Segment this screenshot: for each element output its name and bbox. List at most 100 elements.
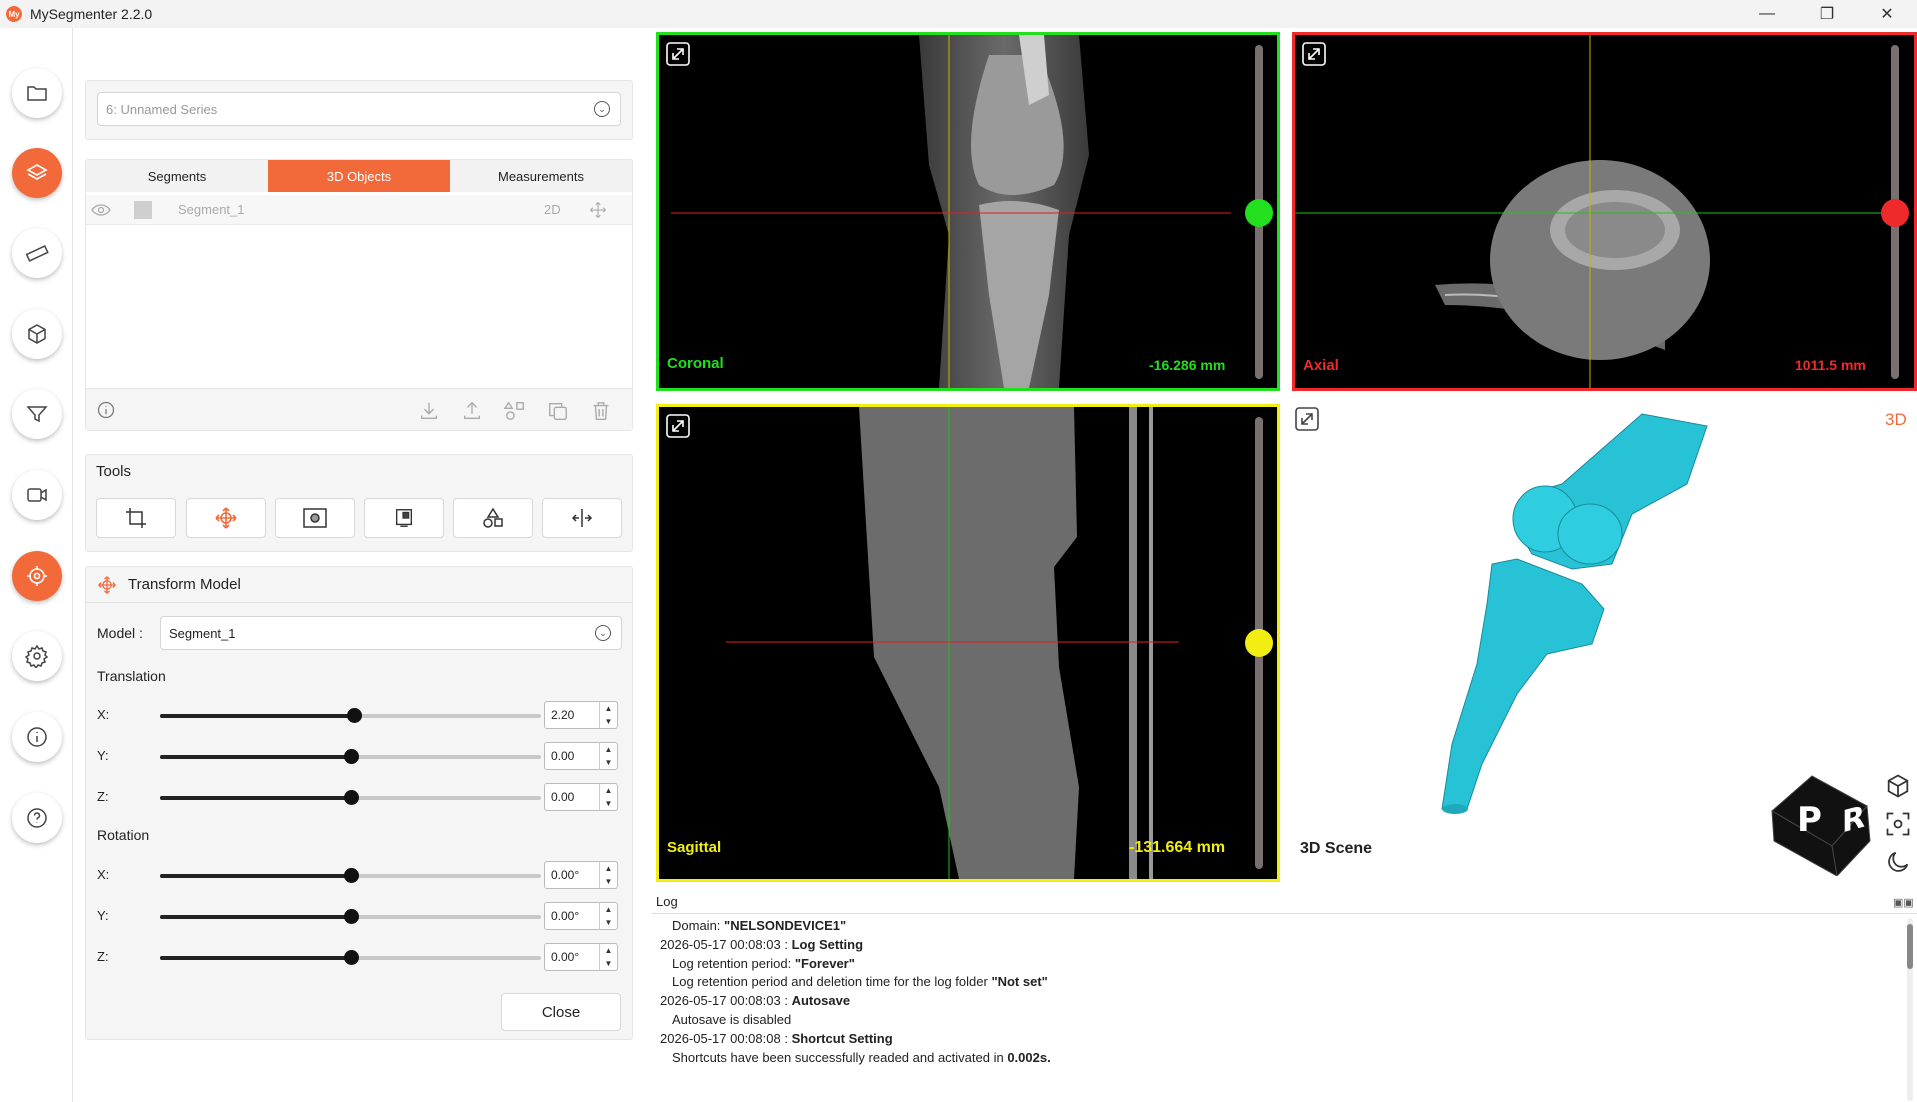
slider-thumb[interactable]: [343, 868, 359, 883]
rotation-title: Rotation: [97, 827, 150, 843]
maximize-icon[interactable]: [1301, 41, 1327, 67]
tab-3d-objects[interactable]: 3D Objects: [268, 160, 450, 192]
spinbox-value[interactable]: 2.20: [551, 708, 574, 722]
trash-icon[interactable]: [590, 400, 612, 422]
maximize-icon[interactable]: [1294, 406, 1320, 432]
coronal-viewport[interactable]: Coronal -16.286 mm: [656, 32, 1280, 391]
slider-thumb[interactable]: [343, 909, 359, 924]
spin-up-icon[interactable]: ▲: [605, 864, 613, 873]
settings-button[interactable]: [12, 631, 62, 681]
filter-button[interactable]: [12, 389, 62, 439]
mirror-tool-button[interactable]: [542, 498, 622, 538]
translation-x-slider[interactable]: [160, 708, 541, 723]
sagittal-ct-image: [726, 407, 1179, 879]
spin-down-icon[interactable]: ▼: [605, 758, 613, 767]
coronal-slider-knob[interactable]: [1245, 199, 1273, 227]
rotation-x-spinbox[interactable]: 0.00° ▲ ▼: [544, 861, 618, 889]
tab-measurements[interactable]: Measurements: [450, 160, 632, 192]
crop-tool-button[interactable]: [96, 498, 176, 538]
spin-up-icon[interactable]: ▲: [605, 704, 613, 713]
spin-arrows[interactable]: ▲ ▼: [599, 784, 617, 810]
translation-x-spinbox[interactable]: 2.20 ▲ ▼: [544, 701, 618, 729]
slider-thumb[interactable]: [347, 708, 363, 723]
sagittal-slider-knob[interactable]: [1245, 629, 1273, 657]
3d-scene-viewport[interactable]: 3D 3D Scene P R: [1292, 404, 1917, 882]
spin-up-icon[interactable]: ▲: [605, 946, 613, 955]
translation-y-slider[interactable]: [160, 749, 541, 764]
eye-icon[interactable]: [91, 203, 111, 217]
spinbox-value[interactable]: 0.00°: [551, 950, 579, 964]
upload-icon[interactable]: [461, 400, 483, 422]
maximize-icon[interactable]: [665, 413, 691, 439]
spin-down-icon[interactable]: ▼: [605, 877, 613, 886]
translation-z-slider[interactable]: [160, 790, 541, 805]
primitives-tool-button[interactable]: [453, 498, 533, 538]
rotation-z-spinbox[interactable]: 0.00° ▲ ▼: [544, 943, 618, 971]
rotation-z-slider[interactable]: [160, 950, 541, 965]
restore-button[interactable]: ❐: [1797, 0, 1857, 28]
axial-slider-knob[interactable]: [1881, 199, 1909, 227]
ruler-button[interactable]: [12, 228, 62, 278]
log-text: 2026-05-17 00:08:03 :: [660, 993, 792, 1009]
maximize-icon[interactable]: [665, 41, 691, 67]
image-tool-button[interactable]: [275, 498, 355, 538]
close-window-button[interactable]: ✕: [1857, 0, 1917, 28]
object-row[interactable]: Segment_1 2D: [86, 195, 632, 225]
spin-down-icon[interactable]: ▼: [605, 717, 613, 726]
slice-tool-button[interactable]: [364, 498, 444, 538]
spin-arrows[interactable]: ▲ ▼: [599, 862, 617, 888]
info-button[interactable]: [12, 712, 62, 762]
log-scrollbar-thumb[interactable]: [1907, 924, 1913, 969]
axial-ct-image: [1295, 35, 1885, 388]
model-select[interactable]: Segment_1 ⌄: [160, 616, 622, 650]
spinbox-value[interactable]: 0.00: [551, 749, 574, 763]
translation-y-spinbox[interactable]: 0.00 ▲ ▼: [544, 742, 618, 770]
slider-thumb[interactable]: [343, 950, 359, 965]
transform-tool-button[interactable]: [186, 498, 266, 538]
axial-viewport[interactable]: Axial 1011.5 mm: [1292, 32, 1917, 391]
spin-up-icon[interactable]: ▲: [605, 745, 613, 754]
close-button[interactable]: Close: [501, 993, 621, 1031]
slider-thumb[interactable]: [343, 749, 359, 764]
cube-button[interactable]: [12, 309, 62, 359]
spin-arrows[interactable]: ▲ ▼: [599, 702, 617, 728]
spin-arrows[interactable]: ▲ ▼: [599, 944, 617, 970]
spin-down-icon[interactable]: ▼: [605, 799, 613, 808]
rotation-x-slider[interactable]: [160, 868, 541, 883]
spinbox-value[interactable]: 0.00°: [551, 909, 579, 923]
minimize-button[interactable]: —: [1737, 0, 1797, 28]
spin-up-icon[interactable]: ▲: [605, 786, 613, 795]
translation-z-spinbox[interactable]: 0.00 ▲ ▼: [544, 783, 618, 811]
transform-button[interactable]: [12, 551, 62, 601]
cube-face-p: P: [1797, 800, 1822, 840]
spin-arrows[interactable]: ▲ ▼: [599, 743, 617, 769]
moon-icon[interactable]: [1884, 848, 1912, 876]
help-button[interactable]: [12, 793, 62, 843]
move-icon[interactable]: [589, 201, 607, 219]
copy-icon[interactable]: [547, 400, 569, 422]
layers-button[interactable]: [12, 148, 62, 198]
sagittal-viewport[interactable]: Sagittal -131.664 mm: [656, 404, 1280, 882]
spin-down-icon[interactable]: ▼: [605, 959, 613, 968]
tab-segments[interactable]: Segments: [86, 160, 268, 192]
open-folder-button[interactable]: [12, 68, 62, 118]
video-button[interactable]: [12, 470, 62, 520]
cube-view-icon[interactable]: [1884, 772, 1912, 800]
shapes-icon[interactable]: [504, 400, 526, 422]
spinbox-value[interactable]: 0.00: [551, 790, 574, 804]
download-icon[interactable]: [418, 400, 440, 422]
spin-arrows[interactable]: ▲ ▼: [599, 903, 617, 929]
focus-icon[interactable]: [1884, 810, 1912, 838]
orientation-cube[interactable]: P R: [1762, 766, 1882, 876]
series-select[interactable]: 6: Unnamed Series ⌄: [97, 92, 621, 126]
spin-down-icon[interactable]: ▼: [605, 918, 613, 927]
log-scrollbar[interactable]: [1907, 918, 1913, 1101]
slider-thumb[interactable]: [343, 790, 359, 805]
info-icon[interactable]: [96, 400, 116, 420]
rotation-y-spinbox[interactable]: 0.00° ▲ ▼: [544, 902, 618, 930]
rotation-y-slider[interactable]: [160, 909, 541, 924]
segment-color-swatch[interactable]: [134, 201, 152, 219]
log-undock-icon[interactable]: ▣▣: [1893, 896, 1914, 909]
spin-up-icon[interactable]: ▲: [605, 905, 613, 914]
spinbox-value[interactable]: 0.00°: [551, 868, 579, 882]
